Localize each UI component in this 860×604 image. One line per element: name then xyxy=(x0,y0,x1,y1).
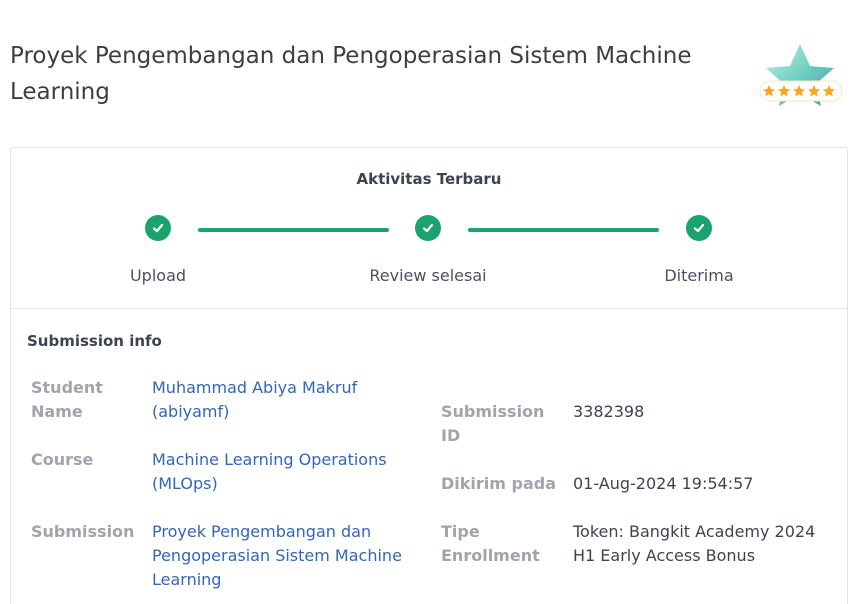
student-name-link[interactable]: Muhammad Abiya Makruf (abiyamf) xyxy=(152,376,392,424)
sent-at-value: 01-Aug-2024 19:54:57 xyxy=(573,474,754,493)
step-label-upload: Upload xyxy=(129,266,187,285)
page-header: Proyek Pengembangan dan Pengoperasian Si… xyxy=(10,38,730,110)
step-label-review: Review selesai xyxy=(369,266,487,285)
enrollment-type-label: Tipe Enrollment xyxy=(441,522,540,565)
step-label-accepted: Diterima xyxy=(664,266,734,285)
submission-id-value: 3382398 xyxy=(573,402,645,421)
star-badge-icon xyxy=(758,40,844,110)
sent-at-label: Dikirim pada xyxy=(441,474,557,493)
course-label: Course xyxy=(31,450,94,469)
enrollment-type-value: Token: Bangkit Academy 2024 H1 Early Acc… xyxy=(573,522,816,565)
activity-title: Aktivitas Terbaru xyxy=(356,170,502,188)
submission-label: Submission xyxy=(31,522,135,541)
star-rating-icon xyxy=(759,44,843,106)
submission-info-section: Submission info Student Name Muhammad Ab… xyxy=(27,332,837,589)
page-title: Proyek Pengembangan dan Pengoperasian Si… xyxy=(10,43,692,105)
activity-section: Aktivitas Terbaru Upload Review selesai … xyxy=(11,148,847,309)
step-accepted-check-icon xyxy=(686,215,712,241)
course-link[interactable]: Machine Learning Operations (MLOps) xyxy=(152,448,392,496)
step-upload-check-icon xyxy=(145,215,171,241)
submission-info-title: Submission info xyxy=(27,332,162,350)
step-review-check-icon xyxy=(415,215,441,241)
submission-link[interactable]: Proyek Pengembangan dan Pengoperasian Si… xyxy=(152,520,402,592)
submission-card: Aktivitas Terbaru Upload Review selesai … xyxy=(10,147,848,604)
student-name-label: Student Name xyxy=(31,378,103,421)
step-connector xyxy=(468,228,659,232)
step-connector xyxy=(198,228,389,232)
submission-id-label: Submission ID xyxy=(441,402,545,445)
